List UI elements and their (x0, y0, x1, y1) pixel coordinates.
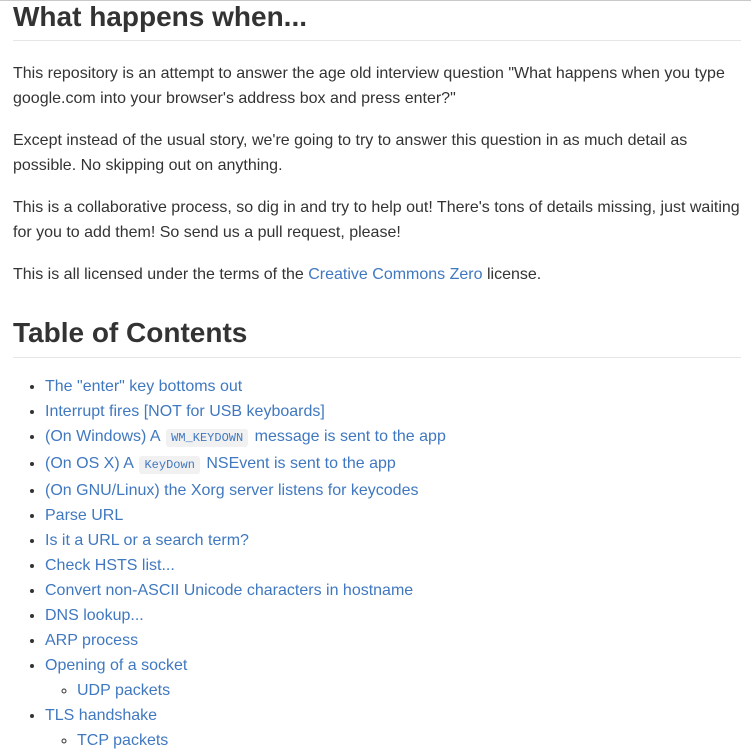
toc-item: (On OS X) A KeyDown NSEvent is sent to t… (45, 451, 741, 478)
toc-sublist: UDP packets (45, 678, 741, 703)
toc-link-tcp-packets[interactable]: TCP packets (77, 732, 168, 749)
toc-link-enter-key[interactable]: The "enter" key bottoms out (45, 378, 242, 395)
toc-link-text: message is sent to the app (250, 428, 446, 445)
toc-item: The "enter" key bottoms out (45, 374, 741, 399)
toc-link-tls-handshake[interactable]: TLS handshake (45, 707, 157, 724)
license-paragraph: This is all licensed under the terms of … (13, 262, 741, 287)
toc-link-interrupt-fires[interactable]: Interrupt fires [NOT for USB keyboards] (45, 403, 325, 420)
intro-paragraph-3: This is a collaborative process, so dig … (13, 199, 740, 241)
toc-link-udp-packets[interactable]: UDP packets (77, 682, 170, 699)
toc-item: TLS handshake TCP packets (45, 703, 741, 753)
toc-link-text: NSEvent is sent to the app (201, 455, 396, 472)
toc-sublist: TCP packets (45, 728, 741, 753)
toc-link-text: (On Windows) A (45, 428, 165, 445)
toc-heading: Table of Contents (13, 317, 741, 358)
code-keydown: KeyDown (139, 456, 200, 474)
toc-item: (On GNU/Linux) the Xorg server listens f… (45, 478, 741, 503)
toc-link-check-hsts[interactable]: Check HSTS list... (45, 557, 175, 574)
intro-paragraph-1: This repository is an attempt to answer … (13, 65, 725, 107)
toc-item: Check HSTS list... (45, 553, 741, 578)
toc-item: Is it a URL or a search term? (45, 528, 741, 553)
toc-item: DNS lookup... (45, 603, 741, 628)
toc-item: Interrupt fires [NOT for USB keyboards] (45, 399, 741, 424)
intro-paragraph-2: Except instead of the usual story, we're… (13, 132, 688, 174)
code-wm-keydown: WM_KEYDOWN (166, 429, 249, 447)
page-title: What happens when... (13, 0, 741, 41)
readme-content: What happens when... This repository is … (13, 0, 741, 753)
toc-link-convert-unicode[interactable]: Convert non-ASCII Unicode characters in … (45, 582, 413, 599)
toc-link-url-or-search[interactable]: Is it a URL or a search term? (45, 532, 249, 549)
toc-link-text: (On OS X) A (45, 455, 138, 472)
toc-item: (On Windows) A WM_KEYDOWN message is sen… (45, 424, 741, 451)
toc-link-arp-process[interactable]: ARP process (45, 632, 138, 649)
toc-link-dns-lookup[interactable]: DNS lookup... (45, 607, 144, 624)
toc-subitem: UDP packets (77, 678, 741, 703)
license-text-after: license. (482, 266, 542, 283)
toc-link-gnu-linux-xorg[interactable]: (On GNU/Linux) the Xorg server listens f… (45, 482, 418, 499)
toc-subitem: TCP packets (77, 728, 741, 753)
toc-item: Convert non-ASCII Unicode characters in … (45, 578, 741, 603)
toc-item: ARP process (45, 628, 741, 653)
toc-link-osx-keydown[interactable]: (On OS X) A KeyDown NSEvent is sent to t… (45, 455, 396, 474)
toc-list: The "enter" key bottoms out Interrupt fi… (13, 374, 741, 753)
creative-commons-zero-link[interactable]: Creative Commons Zero (308, 266, 482, 283)
toc-link-opening-socket[interactable]: Opening of a socket (45, 657, 187, 674)
toc-item: Opening of a socket UDP packets (45, 653, 741, 703)
toc-link-parse-url[interactable]: Parse URL (45, 507, 123, 524)
license-text-before: This is all licensed under the terms of … (13, 266, 309, 283)
toc-link-windows-keydown[interactable]: (On Windows) A WM_KEYDOWN message is sen… (45, 428, 446, 447)
toc-item: Parse URL (45, 503, 741, 528)
